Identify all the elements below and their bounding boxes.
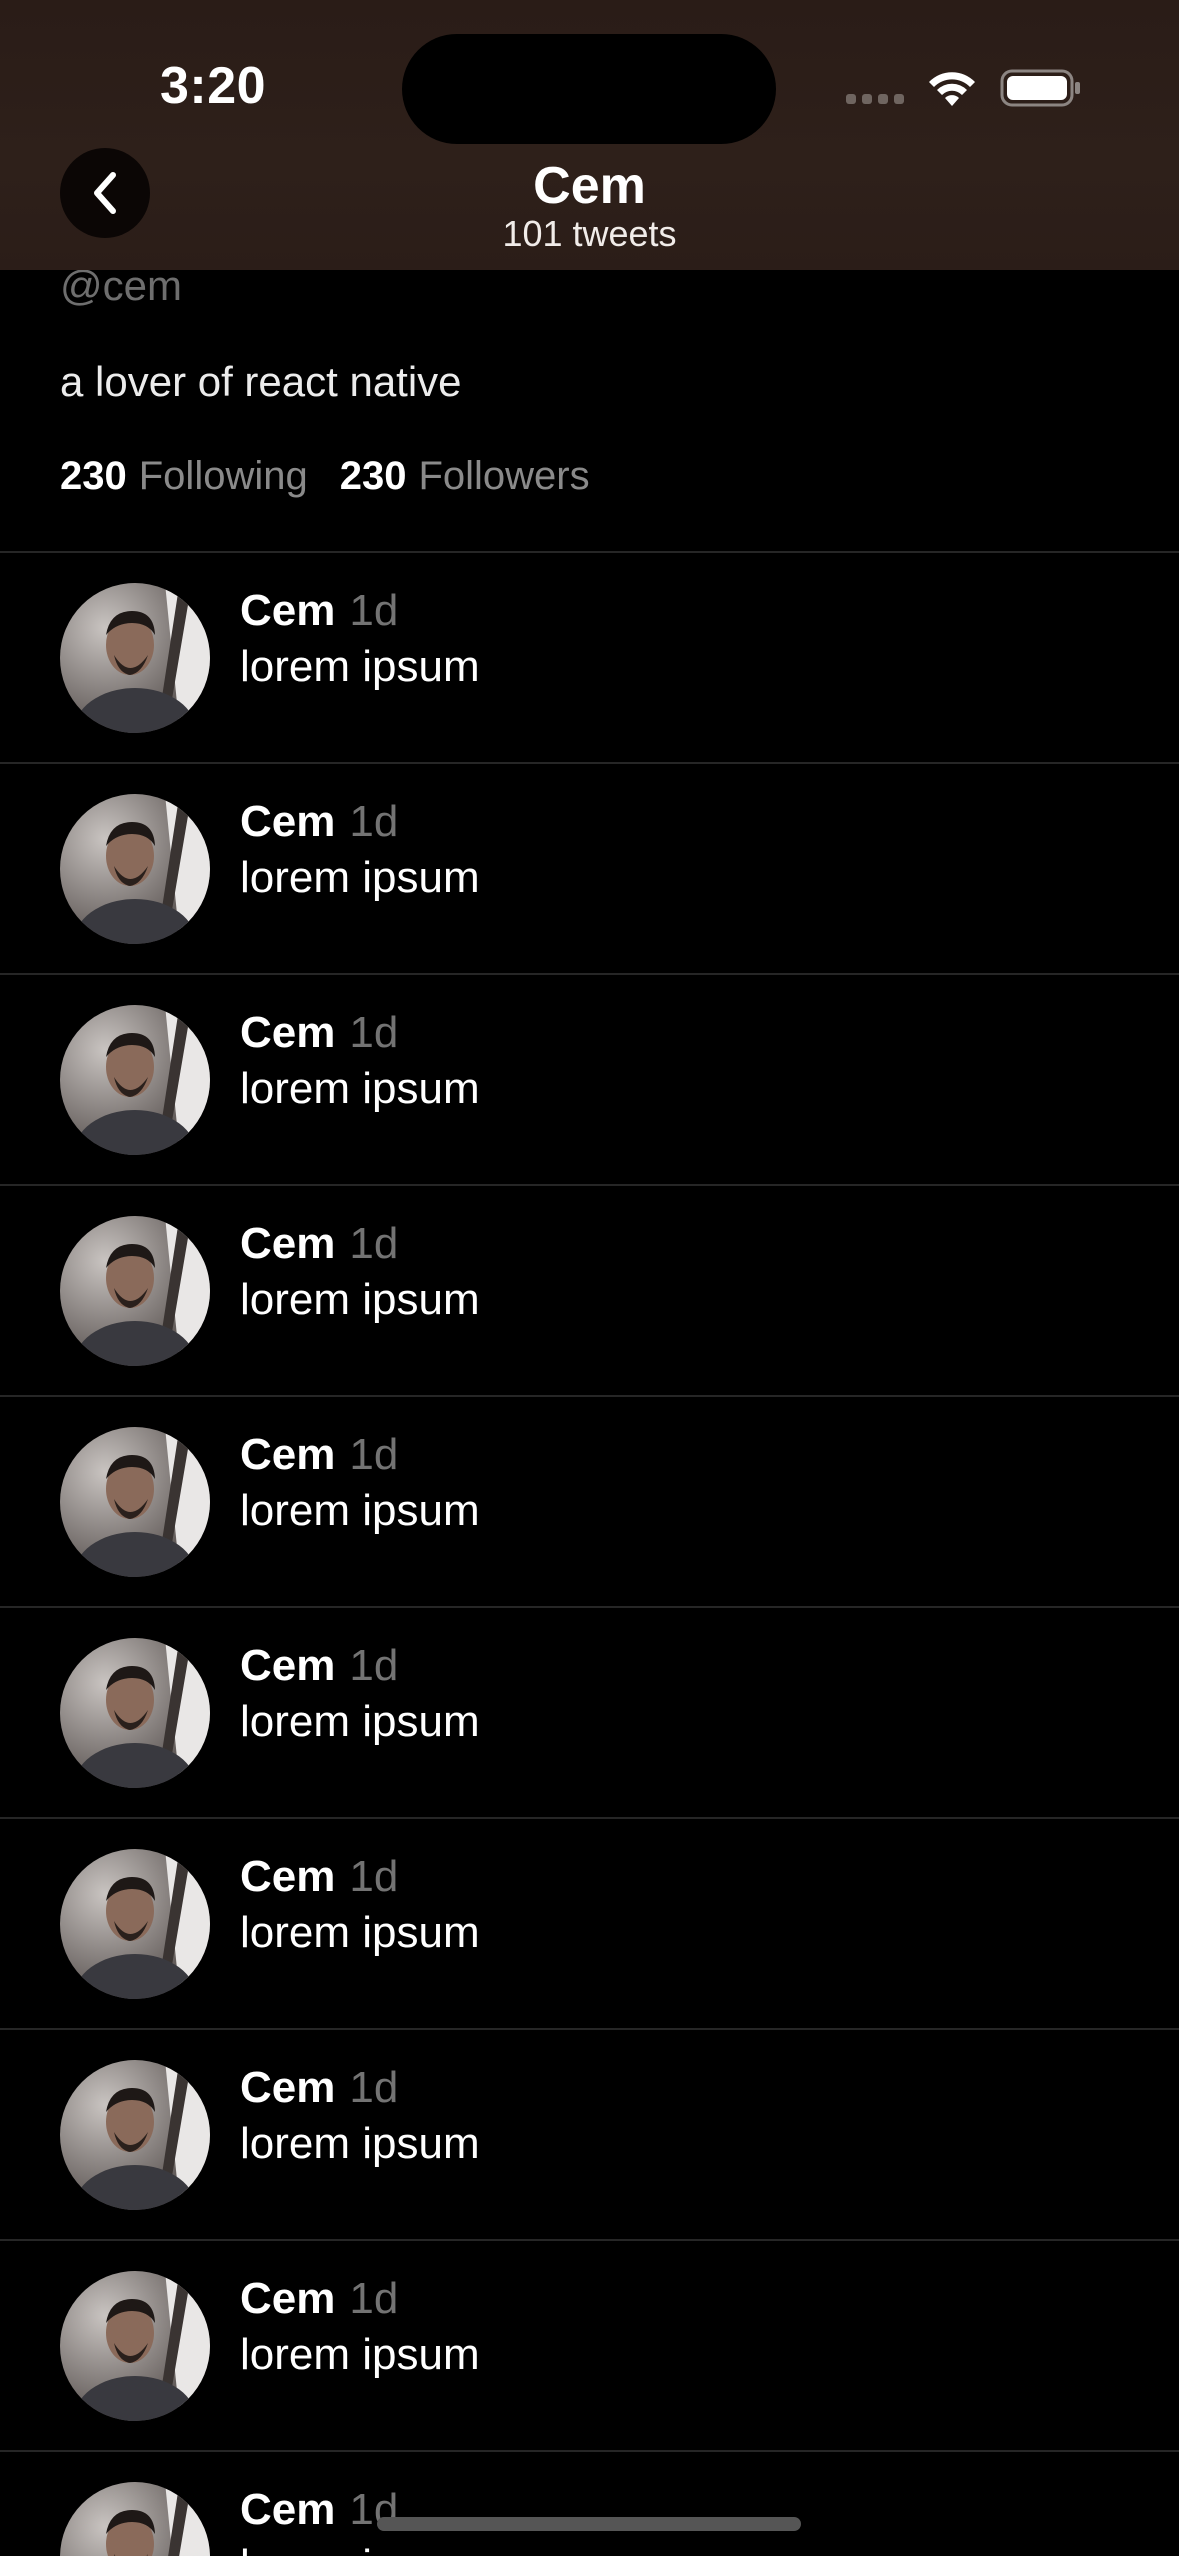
tweet-author-name: Cem [240,1219,336,1268]
tweet-row[interactable]: Cem 1d lorem ipsum [0,1606,1179,1817]
avatar[interactable] [60,2271,210,2421]
header-title: Cem [533,157,646,215]
tweet-author-name: Cem [240,2485,336,2534]
tweet-header: Cem 1d [240,1216,398,1272]
tweet-text: lorem ipsum [240,1908,480,1957]
following-stat[interactable]: 230 Following [60,454,308,499]
tweet-row[interactable]: Cem 1d lorem ipsum [0,551,1179,762]
tweet-text: lorem ipsum [240,1486,480,1535]
tweet-row[interactable]: Cem1dlorem ipsum [0,2450,1179,2556]
dynamic-island [402,34,776,144]
tweet-author-name: Cem [240,1430,336,1479]
tweet-header: Cem 1d [240,583,398,639]
tweet-text: lorem ipsum [240,2119,480,2168]
tweet-timestamp: 1d [349,797,399,846]
tweet-text: lorem ipsum [240,2538,480,2556]
tweet-header: Cem 1d [240,1638,398,1694]
tweet-header: Cem 1d [240,1427,398,1483]
avatar[interactable] [60,2482,210,2556]
tweet-author-name: Cem [240,797,336,846]
tweet-header: Cem 1d [240,2060,398,2116]
following-count: 230 [60,454,127,498]
avatar[interactable] [60,1849,210,1999]
tweet-author-name: Cem [240,1641,336,1690]
tweet-timestamp: 1d [349,2063,399,2112]
profile-header: 3:20 Cem 101 tweets [0,0,1179,270]
tweet-row[interactable]: Cem 1d lorem ipsum [0,1395,1179,1606]
tweet-header: Cem 1d [240,794,398,850]
avatar[interactable] [60,583,210,733]
tweet-timestamp: 1d [349,1852,399,1901]
battery-icon [1000,69,1080,107]
tweet-row[interactable]: Cem 1d lorem ipsum [0,973,1179,1184]
status-time: 3:20 [160,57,267,115]
following-label: Following [138,454,308,498]
tweet-timestamp: 1d [349,1219,399,1268]
tweet-header: Cem 1d [240,2482,398,2538]
tweet-timestamp: 1d [349,1430,399,1479]
tweet-author-name: Cem [240,586,336,635]
tweet-author-name: Cem [240,1852,336,1901]
followers-stat[interactable]: 230 Followers [340,454,590,499]
avatar[interactable] [60,1005,210,1155]
avatar[interactable] [60,1427,210,1577]
profile-bio: a lover of react native [60,358,462,405]
tweet-author-name: Cem [240,2274,336,2323]
tweet-timestamp: 1d [349,1008,399,1057]
tweet-text: lorem ipsum [240,1697,480,1746]
avatar[interactable] [60,1216,210,1366]
tweet-timestamp: 1d [349,2274,399,2323]
tweet-header: Cem 1d [240,1005,398,1061]
tweet-feed: Cem 1d lorem ipsum Cem 1d lorem ipsum Ce… [0,551,1179,2556]
followers-label: Followers [418,454,590,498]
tweet-text: lorem ipsum [240,1275,480,1324]
avatar[interactable] [60,1638,210,1788]
tweet-text: lorem ipsum [240,2330,480,2379]
tweet-row[interactable]: Cem 1d lorem ipsum [0,2028,1179,2239]
tweet-row[interactable]: Cem 1d lorem ipsum [0,762,1179,973]
tweet-row[interactable]: Cem 1d lorem ipsum [0,2239,1179,2450]
tweet-timestamp: 1d [349,1641,399,1690]
profile-screen: 3:20 Cem 101 tweets @cem a lover of reac… [0,0,1179,2556]
home-indicator [377,2517,801,2531]
avatar[interactable] [60,2060,210,2210]
tweet-header: Cem 1d [240,2271,398,2327]
signal-icon [846,94,904,108]
tweet-text: lorem ipsum [240,642,480,691]
tweet-text: lorem ipsum [240,1064,480,1113]
tweet-row[interactable]: Cem 1d lorem ipsum [0,1184,1179,1395]
tweet-timestamp: 1d [349,586,399,635]
tweet-author-name: Cem [240,2063,336,2112]
avatar[interactable] [60,794,210,944]
profile-stats: 230 Following 230 Followers [60,454,590,499]
tweet-row[interactable]: Cem 1d lorem ipsum [0,1817,1179,2028]
tweet-count: 101 tweets [502,213,677,254]
wifi-icon [929,72,975,106]
tweet-text: lorem ipsum [240,853,480,902]
followers-count: 230 [339,454,407,498]
tweet-header: Cem 1d [240,1849,398,1905]
tweet-author-name: Cem [240,1008,336,1057]
